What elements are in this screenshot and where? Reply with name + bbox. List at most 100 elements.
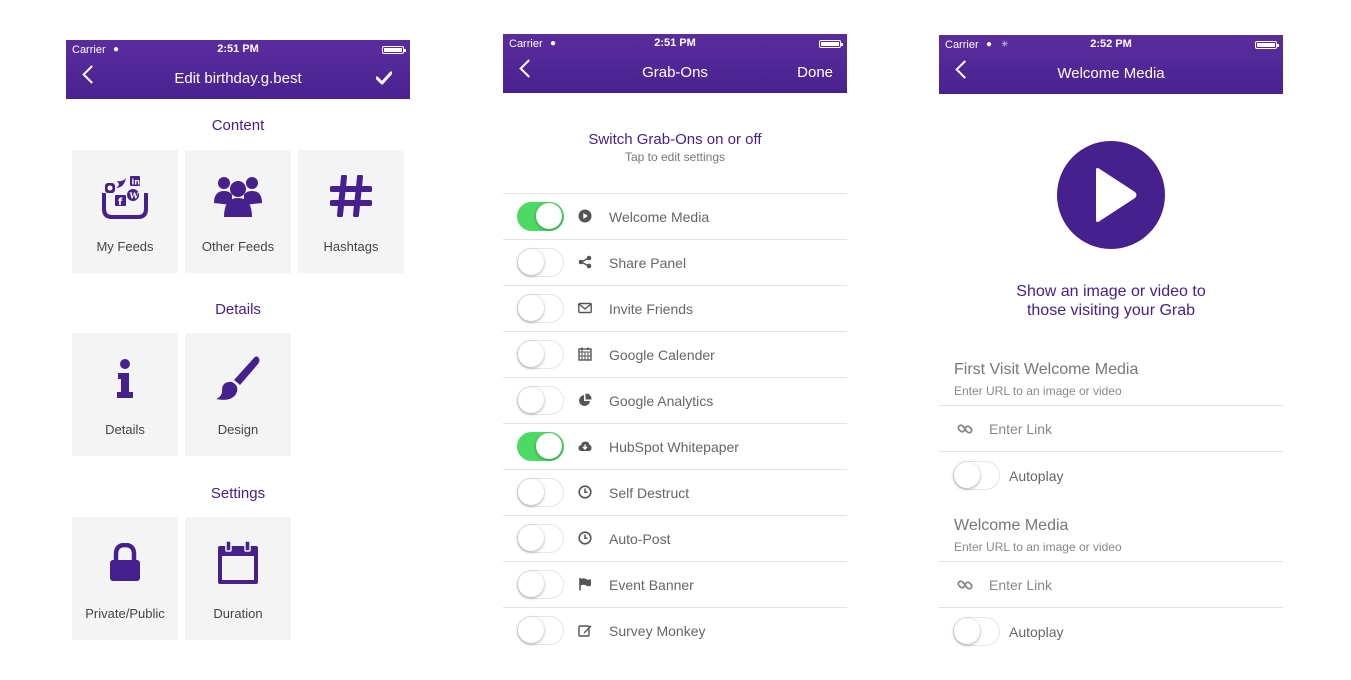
- section-title-content: Content: [211, 117, 265, 134]
- welcome-media-link-input[interactable]: [989, 574, 1249, 596]
- flag-icon: [578, 577, 592, 591]
- section-title-settings: Settings: [210, 485, 266, 502]
- checkmark-icon[interactable]: [375, 71, 393, 85]
- battery-icon: [382, 46, 406, 54]
- cloud-download-icon: [578, 439, 592, 453]
- page-title: Edit birthday.g.best: [174, 70, 302, 87]
- tile-my-feeds[interactable]: in f W My Feeds: [72, 150, 178, 273]
- grab-on-row[interactable]: Google Analytics: [503, 377, 847, 423]
- tile-label: Other Feeds: [201, 239, 275, 254]
- section-title-details: Details: [215, 301, 261, 318]
- toggle-knob: [518, 295, 544, 321]
- first-visit-autoplay-toggle[interactable]: [953, 461, 1000, 490]
- grab-on-label: Event Banner: [609, 577, 694, 593]
- tile-label: My Feeds: [96, 239, 154, 254]
- grab-on-row[interactable]: Self Destruct: [503, 469, 847, 515]
- clock-time: 2:51 PM: [217, 43, 259, 55]
- divider: [939, 405, 1283, 406]
- play-circle-icon: [578, 209, 592, 223]
- tile-hashtags[interactable]: Hashtags: [298, 150, 404, 273]
- first-visit-title: First Visit Welcome Media: [954, 361, 1139, 378]
- toggle-knob: [518, 387, 544, 413]
- page-title: Welcome Media: [1057, 65, 1165, 82]
- grab-on-label: Google Analytics: [609, 393, 714, 409]
- svg-text:in: in: [132, 178, 141, 187]
- divider: [939, 561, 1283, 562]
- toggle-knob: [518, 249, 544, 275]
- grab-on-row[interactable]: Share Panel: [503, 239, 847, 285]
- grab-on-label: Self Destruct: [609, 485, 690, 501]
- grab-ons-screen: Carrier ● 2:51 PM Grab-Ons Done Switch G…: [503, 0, 847, 680]
- clock-time: 2:52 PM: [1090, 38, 1132, 50]
- autoplay-label: Autoplay: [1009, 624, 1064, 640]
- grab-on-row[interactable]: Google Calender: [503, 331, 847, 377]
- grab-on-row[interactable]: Survey Monkey: [503, 607, 847, 653]
- grab-on-toggle[interactable]: [517, 340, 564, 369]
- welcome-media-screen: Carrier ● ✳ 2:52 PM Welcome Media Show a…: [939, 0, 1283, 680]
- grab-on-row[interactable]: Event Banner: [503, 561, 847, 607]
- grab-on-label: Survey Monkey: [609, 623, 706, 639]
- link-icon: [957, 421, 973, 437]
- grab-on-toggle[interactable]: [517, 432, 564, 461]
- grab-ons-subline: Tap to edit settings: [624, 150, 726, 164]
- done-button[interactable]: Done: [797, 64, 833, 81]
- grab-on-toggle[interactable]: [517, 386, 564, 415]
- divider: [939, 451, 1283, 452]
- envelope-icon: [578, 301, 592, 315]
- toggle-knob: [518, 341, 544, 367]
- toggle-knob: [518, 525, 544, 551]
- welcome-media-title: Welcome Media: [954, 517, 1069, 534]
- grab-on-toggle[interactable]: [517, 248, 564, 277]
- nav-bar: Carrier ● ✳ 2:52 PM Welcome Media: [939, 35, 1283, 94]
- toggle-knob: [536, 433, 562, 459]
- tile-duration[interactable]: Duration: [185, 517, 291, 640]
- grab-on-row[interactable]: HubSpot Whitepaper: [503, 423, 847, 469]
- info-icon: [72, 353, 178, 405]
- clock-icon: [578, 485, 592, 499]
- grab-on-row[interactable]: Invite Friends: [503, 285, 847, 331]
- autoplay-label: Autoplay: [1009, 468, 1064, 484]
- tile-design[interactable]: Design: [185, 333, 291, 456]
- grab-on-row[interactable]: Welcome Media: [503, 193, 847, 239]
- grab-on-toggle[interactable]: [517, 616, 564, 645]
- toggle-knob: [954, 618, 980, 644]
- grab-ons-headline: Switch Grab-Ons on or off: [588, 131, 762, 148]
- grab-on-label: Invite Friends: [609, 301, 694, 317]
- pie-chart-icon: [578, 393, 592, 407]
- grab-on-row[interactable]: Auto-Post: [503, 515, 847, 561]
- edit-grab-screen: Carrier ● 2:51 PM Edit birthday.g.best C…: [66, 0, 410, 680]
- nav-bar: Carrier ● 2:51 PM Edit birthday.g.best: [66, 40, 410, 99]
- tile-private-public[interactable]: Private/Public: [72, 517, 178, 640]
- tile-other-feeds[interactable]: Other Feeds: [185, 150, 291, 273]
- edit-icon: [578, 623, 592, 637]
- tile-label: Duration: [213, 606, 263, 621]
- back-button[interactable]: [517, 58, 539, 82]
- nav-bar: Carrier ● 2:51 PM Grab-Ons Done: [503, 34, 847, 93]
- grab-on-toggle[interactable]: [517, 570, 564, 599]
- welcome-media-autoplay-toggle[interactable]: [953, 617, 1000, 646]
- back-button[interactable]: [953, 59, 975, 83]
- grab-on-toggle[interactable]: [517, 202, 564, 231]
- tile-label: Details: [105, 422, 145, 437]
- toggle-knob: [954, 462, 980, 488]
- back-button[interactable]: [80, 64, 102, 88]
- battery-icon: [819, 40, 843, 48]
- first-visit-link-input[interactable]: [989, 418, 1249, 440]
- tile-label: Private/Public: [85, 606, 165, 621]
- grab-on-toggle[interactable]: [517, 524, 564, 553]
- first-visit-subtitle: Enter URL to an image or video: [954, 384, 1122, 398]
- grab-on-label: Auto-Post: [609, 531, 671, 547]
- grab-on-label: Welcome Media: [609, 209, 710, 225]
- prompt-line-2: those visiting your Grab: [1026, 302, 1196, 319]
- grab-on-toggle[interactable]: [517, 478, 564, 507]
- tile-label: Hashtags: [323, 239, 379, 254]
- status-bar: Carrier ● 2:51 PM: [503, 34, 847, 52]
- play-button-icon[interactable]: [1057, 141, 1165, 249]
- toggle-knob: [536, 203, 562, 229]
- grab-on-toggle[interactable]: [517, 294, 564, 323]
- hashtag-icon: [298, 170, 404, 222]
- toggle-knob: [518, 617, 544, 643]
- grab-on-label: HubSpot Whitepaper: [609, 439, 739, 455]
- tile-details[interactable]: Details: [72, 333, 178, 456]
- page-title: Grab-Ons: [642, 64, 708, 81]
